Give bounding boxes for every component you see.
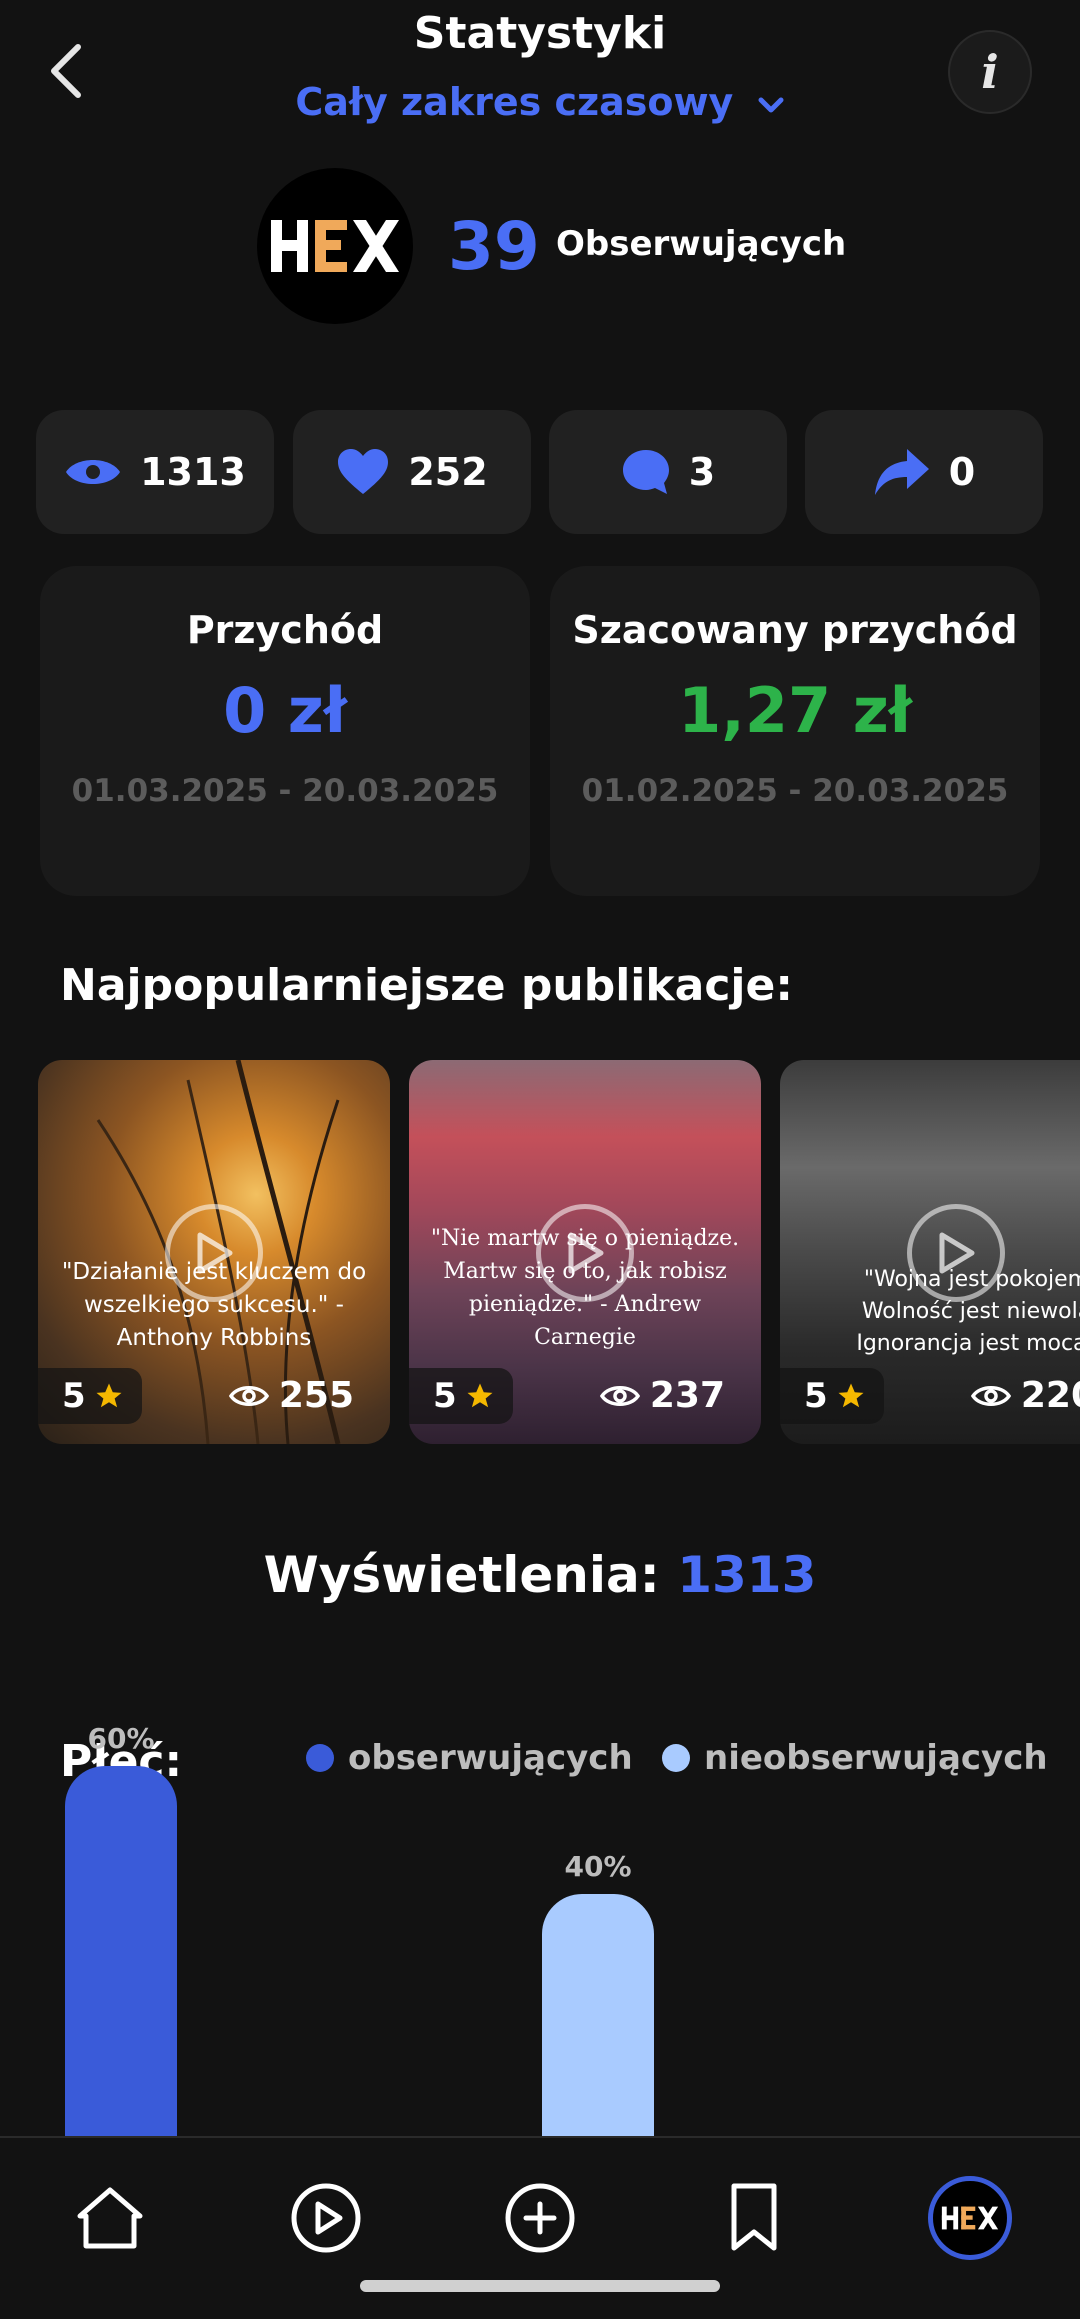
publication-quote: "Wojna jest pokojem. Wolność jest niewol… xyxy=(856,1267,1080,1356)
revenue-label: Przychód xyxy=(186,608,384,652)
legend-dot-non-followers xyxy=(662,1744,690,1772)
hex-logo xyxy=(271,220,399,272)
views-count: 1313 xyxy=(140,450,246,494)
share-icon xyxy=(874,449,929,495)
followers-label: Obserwujących xyxy=(556,224,847,264)
revenue-value: 0 zł xyxy=(223,674,347,747)
play-circle-icon xyxy=(291,2183,361,2253)
views-total-label: Wyświetlenia: xyxy=(263,1546,660,1604)
estimated-revenue-dates: 01.02.2025 - 20.03.2025 xyxy=(581,773,1009,809)
star-icon xyxy=(467,1383,493,1408)
publication-card[interactable]: "Działanie jest kluczem do wszelkiego su… xyxy=(38,1060,390,1444)
publication-rating: 5 xyxy=(409,1368,513,1424)
comments-count: 3 xyxy=(688,450,716,494)
info-button[interactable]: i xyxy=(948,30,1032,114)
publication-card[interactable]: "Wojna jest pokojem. Wolność jest niewol… xyxy=(780,1060,1080,1444)
popular-section-title: Najpopularniejsze publikacje: xyxy=(60,960,793,1011)
gender-bar-label: 40% xyxy=(564,1850,632,1883)
page-title: Statystyki xyxy=(413,8,667,59)
publication-quote: "Działanie jest kluczem do wszelkiego su… xyxy=(61,1259,367,1351)
chevron-down-icon xyxy=(758,97,784,112)
rating-value: 5 xyxy=(804,1376,828,1416)
rating-value: 5 xyxy=(433,1376,457,1416)
profile-summary: 39 Obserwujących xyxy=(0,168,1080,324)
estimated-revenue-card: Szacowany przychód 1,27 zł 01.02.2025 - … xyxy=(550,566,1040,896)
gender-bar-non-followers xyxy=(542,1894,654,2150)
add-circle-icon xyxy=(505,2183,575,2253)
comment-icon xyxy=(622,450,669,494)
profile-avatar-logo xyxy=(941,2206,999,2230)
views-value: 220 xyxy=(1020,1375,1080,1416)
home-icon xyxy=(77,2187,143,2249)
time-range-dropdown[interactable]: Cały zakres czasowy xyxy=(0,80,1080,124)
heart-icon xyxy=(338,449,389,494)
nav-add[interactable] xyxy=(500,2178,580,2258)
estimated-revenue-value: 1,27 zł xyxy=(678,674,912,747)
likes-count: 252 xyxy=(408,450,488,494)
views-stat[interactable]: 1313 xyxy=(36,410,274,534)
publication-views: 237 xyxy=(599,1375,725,1416)
nav-videos[interactable] xyxy=(286,2178,366,2258)
followers-count: 39 xyxy=(448,208,540,285)
publication-card[interactable]: "Nie martw się o pieniądze. Martw się o … xyxy=(409,1060,761,1444)
publication-rating: 5 xyxy=(38,1368,142,1424)
avatar xyxy=(257,168,413,324)
revenue-card: Przychód 0 zł 01.03.2025 - 20.03.2025 xyxy=(40,566,530,896)
shares-count: 0 xyxy=(948,450,976,494)
home-indicator xyxy=(360,2280,720,2292)
eye-outline-icon xyxy=(228,1385,269,1406)
nav-home[interactable] xyxy=(70,2178,150,2258)
gender-bar-followers xyxy=(65,1766,177,2150)
legend-dot-followers xyxy=(306,1744,334,1772)
legend-followers-label: obserwujących xyxy=(348,1738,633,1778)
header: Statystyki Cały zakres czasowy i xyxy=(0,0,1080,160)
estimated-revenue-label: Szacowany przychód xyxy=(572,608,1018,652)
time-range-label: Cały zakres czasowy xyxy=(295,80,734,124)
legend-non-followers: nieobserwujących xyxy=(662,1738,1048,1778)
likes-stat[interactable]: 252 xyxy=(293,410,531,534)
views-value: 237 xyxy=(649,1375,725,1416)
views-total: Wyświetlenia: 1313 xyxy=(0,1546,1080,1604)
revenue-dates: 01.03.2025 - 20.03.2025 xyxy=(71,773,499,809)
rating-value: 5 xyxy=(62,1376,86,1416)
eye-icon xyxy=(66,460,121,484)
shares-stat[interactable]: 0 xyxy=(805,410,1043,534)
eye-outline-icon xyxy=(970,1385,1011,1406)
views-total-value: 1313 xyxy=(677,1546,817,1604)
nav-profile[interactable] xyxy=(928,2176,1012,2260)
publication-views: 255 xyxy=(228,1375,354,1416)
gender-bar-label: 60% xyxy=(87,1722,155,1755)
legend-non-followers-label: nieobserwujących xyxy=(704,1738,1048,1778)
publication-quote: "Nie martw się o pieniądze. Martw się o … xyxy=(430,1226,740,1350)
comments-stat[interactable]: 3 xyxy=(549,410,787,534)
publication-views: 220 xyxy=(970,1375,1080,1416)
legend-followers: obserwujących xyxy=(306,1738,633,1778)
views-value: 255 xyxy=(278,1375,354,1416)
nav-bookmarks[interactable] xyxy=(714,2178,794,2258)
bookmark-icon xyxy=(731,2183,777,2251)
star-icon xyxy=(838,1383,864,1408)
star-icon xyxy=(96,1383,122,1408)
eye-outline-icon xyxy=(599,1385,640,1406)
publication-rating: 5 xyxy=(780,1368,884,1424)
